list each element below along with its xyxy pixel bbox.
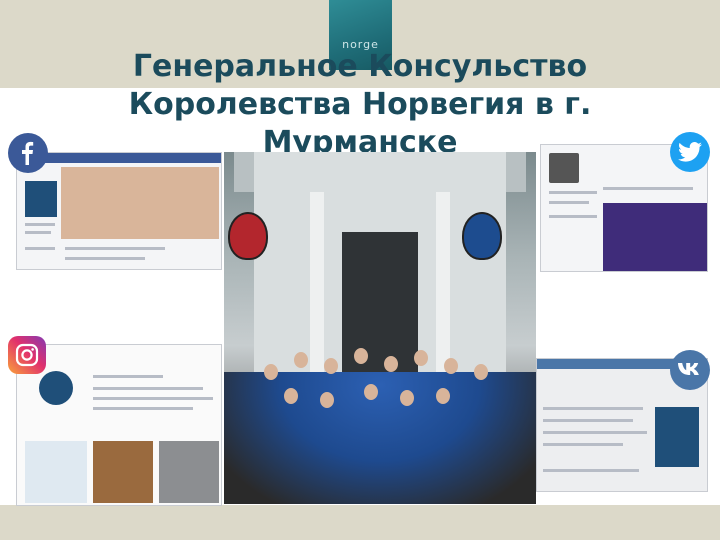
text-line (543, 443, 623, 446)
person-head (324, 358, 338, 374)
text-line (549, 215, 597, 218)
facebook-cover (61, 167, 219, 239)
text-line (543, 419, 633, 422)
facebook-profile-picture (25, 181, 57, 217)
bottom-band (0, 505, 720, 540)
person-head (294, 352, 308, 368)
text-line (93, 375, 163, 378)
instagram-profile-picture (39, 371, 73, 405)
title-line-1: Генеральное Консульство (132, 49, 588, 84)
facebook-glyph (22, 141, 34, 165)
text-line (65, 247, 165, 250)
photo-crowd (224, 372, 536, 504)
text-line (25, 247, 55, 250)
facebook-icon[interactable] (8, 133, 48, 173)
vk-profile-picture (655, 407, 699, 467)
instagram-glyph (15, 343, 39, 367)
group-photo (224, 152, 536, 504)
person-head (384, 356, 398, 372)
person-head (444, 358, 458, 374)
instagram-snow-photo (25, 441, 87, 503)
instagram-food-photo (93, 441, 153, 503)
text-line (25, 223, 55, 226)
person-head (400, 390, 414, 406)
twitter-profile-picture (549, 153, 579, 183)
text-line (65, 257, 145, 260)
photo-door (342, 232, 418, 372)
instagram-icon[interactable] (8, 336, 46, 374)
person-head (474, 364, 488, 380)
text-line (543, 431, 647, 434)
vk-icon[interactable] (670, 350, 710, 390)
person-head (436, 388, 450, 404)
facebook-screenshot (16, 152, 222, 270)
vk-glyph (678, 363, 699, 375)
text-line (549, 191, 597, 194)
text-line (93, 387, 203, 390)
instagram-screenshot (16, 344, 222, 506)
twitter-glyph (678, 142, 702, 162)
text-line (549, 201, 589, 204)
text-line (543, 407, 643, 410)
text-line (543, 469, 639, 472)
text-line (603, 187, 693, 190)
person-head (414, 350, 428, 366)
title-line-2: Королевства Норвегия в г. (128, 87, 592, 122)
person-head (354, 348, 368, 364)
text-line (93, 397, 213, 400)
person-head (264, 364, 278, 380)
text-line (25, 231, 51, 234)
norway-crest (228, 212, 268, 260)
twitter-icon[interactable] (670, 132, 710, 172)
sweden-crest (462, 212, 502, 260)
instagram-people-photo (159, 441, 219, 503)
twitter-concert-image (603, 203, 707, 271)
person-head (284, 388, 298, 404)
person-head (320, 392, 334, 408)
text-line (93, 407, 193, 410)
person-head (364, 384, 378, 400)
